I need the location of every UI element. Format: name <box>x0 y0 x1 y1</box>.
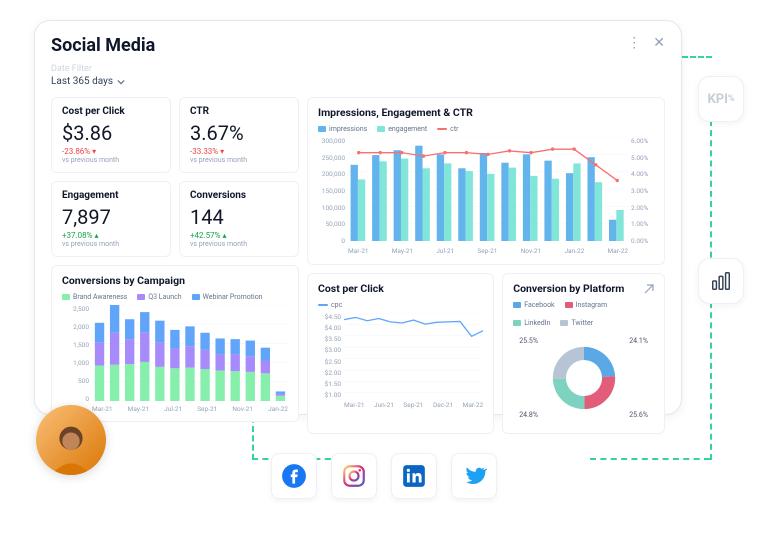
chart-cpc-trend[interactable]: Cost per Click cpc $4.50$4.00$3.50$3.00$… <box>307 273 494 434</box>
kpi-engagement[interactable]: Engagement 7,897 +37.08% ▴ vs previous m… <box>51 181 171 257</box>
close-icon[interactable]: ✕ <box>653 35 665 51</box>
more-icon[interactable]: ⋮ <box>627 35 641 51</box>
facebook-icon[interactable] <box>271 453 317 499</box>
chevron-down-icon <box>117 78 125 86</box>
social-row <box>271 453 497 499</box>
donut-chart <box>543 337 625 419</box>
kpi-conversions[interactable]: Conversions 144 +42.57% ▴ vs previous mo… <box>179 181 299 257</box>
instagram-icon[interactable] <box>331 453 377 499</box>
bar-chart-icon <box>710 270 732 292</box>
linkedin-icon[interactable] <box>391 453 437 499</box>
kpi-ctr[interactable]: CTR 3.67% -33.33% ▾ vs previous month <box>179 97 299 173</box>
kpi-cost-per-click[interactable]: Cost per Click $3.86 -23.86% ▾ vs previo… <box>51 97 171 173</box>
filter-label: Date Filter <box>51 64 665 74</box>
avatar[interactable] <box>36 405 106 475</box>
connector <box>590 458 710 460</box>
chart-conversions-by-campaign[interactable]: Conversions by Campaign Brand Awareness … <box>51 265 299 422</box>
donut-label: 25.6% <box>629 411 648 419</box>
connector <box>682 56 712 58</box>
kpi-badge[interactable]: KPI% <box>698 76 744 122</box>
donut-label: 25.5% <box>519 337 538 345</box>
chart-impressions-engagement-ctr[interactable]: Impressions, Engagement & CTR impression… <box>307 97 665 265</box>
chart-badge[interactable] <box>698 258 744 304</box>
dashboard-card: Social Media ⋮ ✕ Date Filter Last 365 da… <box>34 20 682 415</box>
donut-label: 24.8% <box>519 411 538 419</box>
person-icon <box>42 417 100 475</box>
page-title: Social Media <box>51 35 155 56</box>
donut-label: 24.1% <box>629 337 648 345</box>
expand-icon[interactable] <box>644 284 654 294</box>
date-filter[interactable]: Last 365 days <box>51 76 665 87</box>
twitter-icon[interactable] <box>451 453 497 499</box>
chart-conversion-by-platform[interactable]: Conversion by Platform Facebook Instagra… <box>502 273 665 434</box>
